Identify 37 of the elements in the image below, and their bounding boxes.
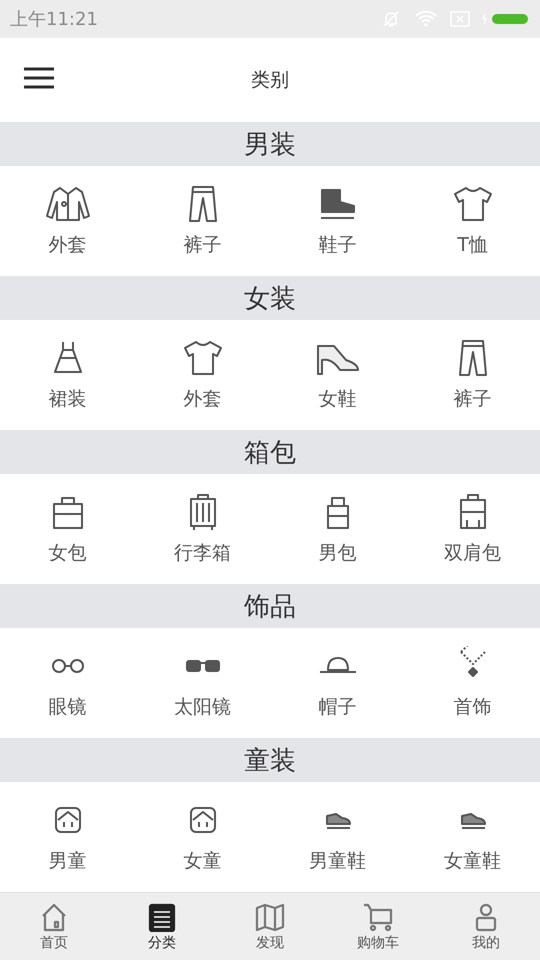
section-header: 男装 (0, 122, 540, 166)
category-item[interactable]: 行李箱 (174, 492, 231, 566)
category-item[interactable]: 鞋子 (314, 184, 362, 258)
category-item[interactable]: 女鞋 (314, 338, 362, 412)
category-item[interactable]: 眼镜 (44, 646, 92, 720)
cart-icon (361, 902, 395, 932)
category-item[interactable]: 男童鞋 (309, 800, 366, 874)
category-item[interactable]: 男童 (44, 800, 92, 874)
category-item[interactable]: 双肩包 (444, 492, 501, 566)
category-item[interactable]: 女包 (44, 492, 92, 566)
category-item[interactable]: 男包 (314, 492, 362, 566)
category-item[interactable]: 外套 (44, 184, 92, 258)
status-time: 上午11:21 (10, 8, 98, 31)
category-item[interactable]: 帽子 (314, 646, 362, 720)
section-header: 饰品 (0, 584, 540, 628)
nav-tab[interactable]: 首页 (0, 893, 108, 960)
jacket-icon (44, 184, 92, 224)
category-item[interactable]: 裙装 (44, 338, 92, 412)
category-item[interactable]: 裤子 (448, 338, 496, 412)
page-title: 类别 (251, 68, 289, 93)
battery-icon (482, 12, 530, 26)
section-header: 女装 (0, 276, 540, 320)
category-item[interactable]: 太阳镜 (174, 646, 231, 720)
nav-tab[interactable]: 发现 (216, 893, 324, 960)
section-header: 箱包 (0, 430, 540, 474)
category-item[interactable]: 女童 (178, 800, 226, 874)
category-item[interactable]: 外套 (178, 338, 226, 412)
map-icon (253, 902, 287, 932)
nav-tab[interactable]: 我的 (432, 893, 540, 960)
category-item[interactable]: 裤子 (178, 184, 226, 258)
category-item[interactable]: 女童鞋 (444, 800, 501, 874)
category-item[interactable]: T恤 (448, 184, 496, 258)
nav-tab[interactable]: 购物车 (324, 893, 432, 960)
nav-tab[interactable]: 分类 (108, 893, 216, 960)
menu-icon (24, 67, 54, 89)
section-header: 童装 (0, 738, 540, 782)
category-item[interactable]: 首饰 (448, 646, 496, 720)
